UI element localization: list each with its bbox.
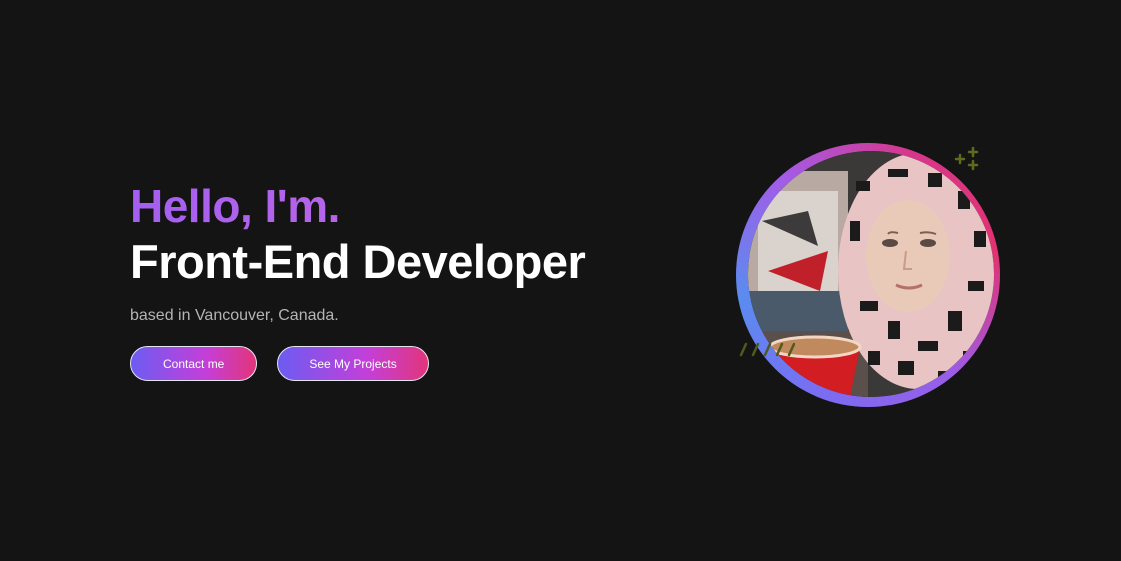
- hero-intro: Hello, I'm. Front-End Developer based in…: [130, 180, 586, 381]
- role-heading: Front-End Developer: [130, 235, 586, 288]
- slash-decoration-icon: [739, 341, 796, 361]
- contact-button[interactable]: Contact me: [130, 346, 258, 381]
- portrait-frame: [736, 143, 1004, 411]
- hero-actions: Contact me See My Projects: [130, 346, 585, 381]
- hero-section: Hello, I'm. Front-End Developer based in…: [0, 0, 1121, 561]
- greeting-heading: Hello, I'm.: [130, 180, 585, 232]
- see-projects-button[interactable]: See My Projects: [277, 346, 429, 381]
- location-text: based in Vancouver, Canada.: [130, 307, 339, 324]
